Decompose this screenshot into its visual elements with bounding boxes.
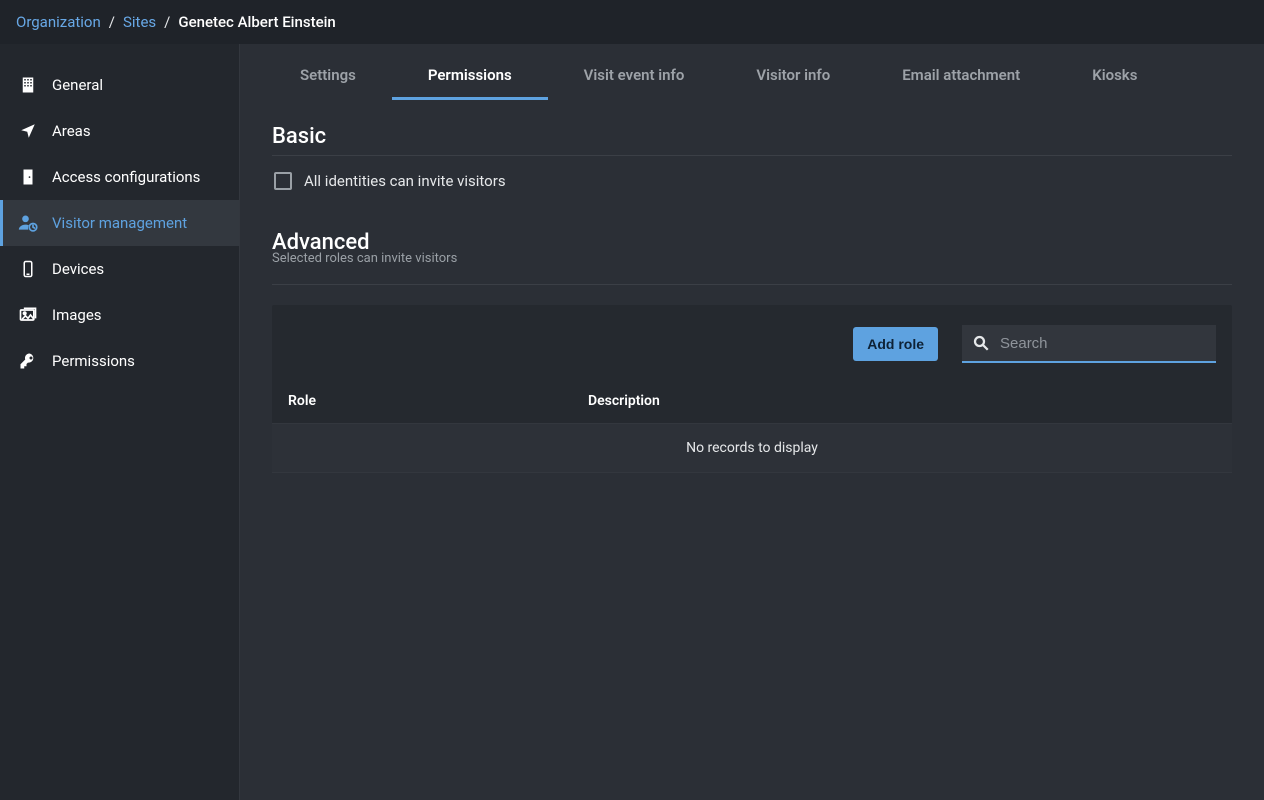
sidebar-item-visitor-management[interactable]: Visitor management [0, 200, 239, 246]
breadcrumb-sites[interactable]: Sites [123, 13, 156, 31]
tab-visit-event-info[interactable]: Visit event info [548, 52, 721, 100]
roles-table-empty: No records to display [272, 424, 1232, 473]
sidebar-item-label: General [52, 76, 103, 94]
sidebar-item-label: Devices [52, 260, 104, 278]
main-content: Settings Permissions Visit event info Vi… [240, 44, 1264, 800]
breadcrumb-current: Genetec Albert Einstein [178, 13, 335, 31]
section-advanced-subtitle: Selected roles can invite visitors [272, 251, 1232, 266]
tab-permissions[interactable]: Permissions [392, 52, 548, 100]
breadcrumb-bar: Organization / Sites / Genetec Albert Ei… [0, 0, 1264, 44]
building-icon [18, 75, 38, 95]
checkbox-all-identities[interactable] [274, 172, 292, 190]
sidebar-item-label: Areas [52, 122, 91, 140]
door-icon [18, 167, 38, 187]
sidebar-item-devices[interactable]: Devices [0, 246, 239, 292]
search-field-wrap[interactable] [962, 325, 1216, 363]
roles-table-header: Role Description [272, 379, 1232, 424]
tab-kiosks[interactable]: Kiosks [1056, 52, 1173, 100]
sidebar-item-label: Visitor management [52, 214, 187, 232]
sidebar-item-general[interactable]: General [0, 62, 239, 108]
checkbox-all-identities-label: All identities can invite visitors [304, 172, 506, 190]
images-icon [18, 305, 38, 325]
sidebar-item-label: Access configurations [52, 168, 200, 186]
visitor-icon [18, 213, 38, 233]
section-basic-title: Basic [272, 124, 1232, 156]
roles-panel: Add role Role Description No records to … [272, 305, 1232, 473]
sidebar-item-areas[interactable]: Areas [0, 108, 239, 154]
key-icon [18, 351, 38, 371]
tab-visitor-info[interactable]: Visitor info [720, 52, 866, 100]
mobile-icon [18, 259, 38, 279]
column-role[interactable]: Role [288, 393, 588, 409]
breadcrumb-separator: / [109, 13, 115, 31]
sidebar-item-permissions[interactable]: Permissions [0, 338, 239, 384]
column-description[interactable]: Description [588, 393, 1216, 409]
tab-settings[interactable]: Settings [264, 52, 392, 100]
sidebar-item-access-configurations[interactable]: Access configurations [0, 154, 239, 200]
sidebar: General Areas Access configurations Visi… [0, 44, 240, 800]
search-icon [972, 334, 990, 352]
search-input[interactable] [1000, 335, 1206, 352]
sidebar-item-images[interactable]: Images [0, 292, 239, 338]
breadcrumb-organization[interactable]: Organization [16, 13, 101, 31]
breadcrumb-separator: / [164, 13, 170, 31]
tabs: Settings Permissions Visit event info Vi… [240, 52, 1264, 100]
sidebar-item-label: Images [52, 306, 102, 324]
sidebar-item-label: Permissions [52, 352, 135, 370]
add-role-button[interactable]: Add role [853, 327, 938, 361]
location-arrow-icon [18, 121, 38, 141]
tab-email-attachment[interactable]: Email attachment [866, 52, 1056, 100]
